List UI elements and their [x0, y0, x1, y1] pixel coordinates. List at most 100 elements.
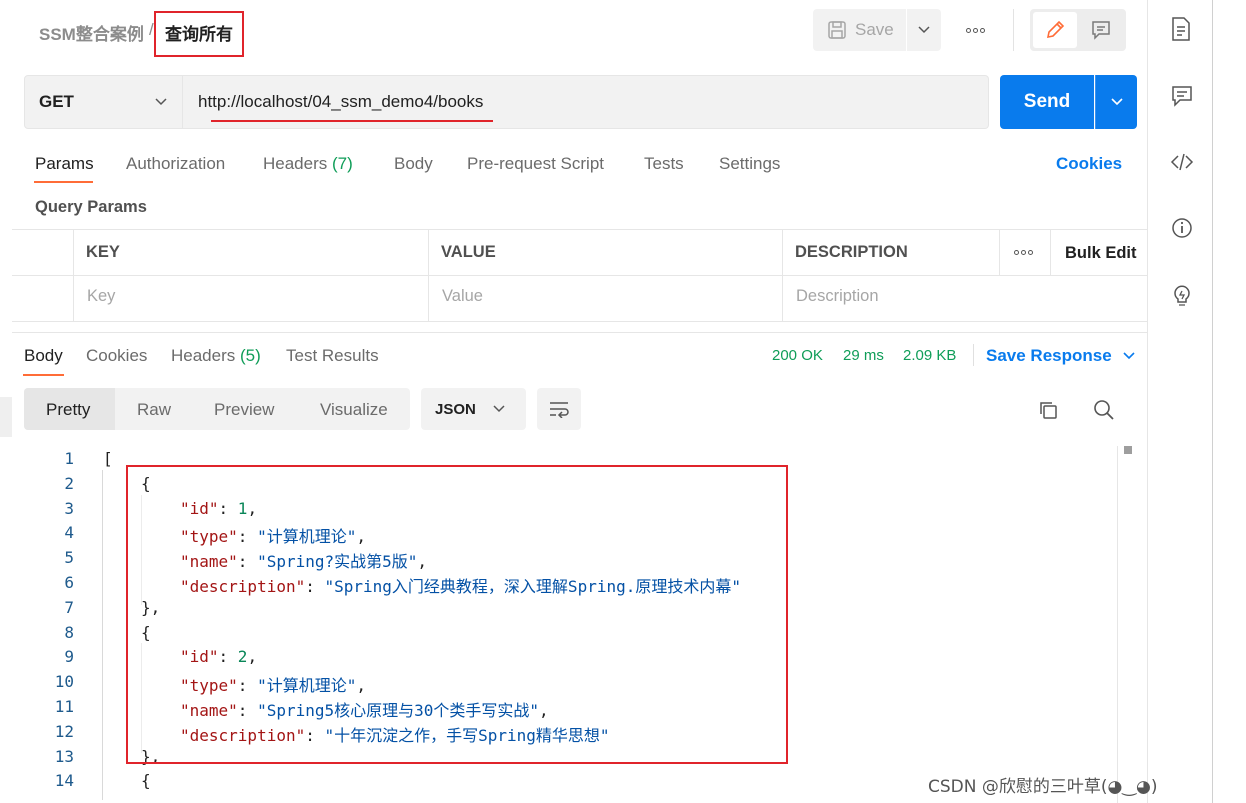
- line-number: 14: [54, 771, 74, 791]
- edit-mode-button[interactable]: [1033, 12, 1077, 48]
- line-number: 4: [64, 523, 74, 543]
- save-icon: [828, 21, 846, 39]
- table-divider: [782, 229, 783, 321]
- comment-mode-button[interactable]: [1080, 12, 1122, 48]
- bulk-edit-button[interactable]: Bulk Edit: [1065, 244, 1137, 263]
- active-response-tab-indicator: [23, 374, 64, 376]
- tab-pre-request-script[interactable]: Pre-request Script: [467, 154, 604, 178]
- response-tab-headers-label: Headers: [171, 346, 236, 365]
- chevron-down-icon: [1123, 352, 1135, 360]
- tab-settings[interactable]: Settings: [719, 154, 780, 178]
- dot-icon: [972, 27, 978, 33]
- watermark: CSDN @欣慰的三叶草(◕‿◕): [928, 777, 1158, 797]
- comments-icon[interactable]: [1170, 84, 1194, 108]
- line-number: 9: [64, 647, 74, 667]
- table-divider: [73, 229, 74, 321]
- table-divider: [999, 229, 1000, 275]
- tab-authorization[interactable]: Authorization: [126, 154, 225, 178]
- search-icon[interactable]: [1092, 398, 1116, 422]
- line-number: 7: [64, 597, 74, 617]
- line-number: 6: [64, 573, 74, 592]
- description-input[interactable]: Description: [796, 287, 879, 306]
- tab-tests[interactable]: Tests: [644, 154, 684, 178]
- more-actions-button[interactable]: [955, 20, 995, 40]
- line-number: 10: [54, 672, 74, 692]
- comment-icon: [1092, 21, 1110, 40]
- save-label: Save: [855, 20, 894, 39]
- line-number: 1: [64, 449, 74, 468]
- response-tab-headers[interactable]: Headers (5): [171, 346, 261, 366]
- key-input[interactable]: Key: [87, 287, 115, 306]
- column-header-description: DESCRIPTION: [795, 243, 908, 261]
- tab-body[interactable]: Body: [394, 154, 433, 178]
- lightbulb-icon[interactable]: [1170, 282, 1194, 308]
- table-border: [12, 321, 1148, 322]
- format-raw[interactable]: Raw: [137, 400, 171, 420]
- right-sidebar: [1148, 0, 1212, 803]
- response-tab-test-results[interactable]: Test Results: [286, 346, 379, 366]
- tab-params[interactable]: Params: [35, 154, 94, 178]
- active-tab-indicator: [34, 181, 93, 183]
- code-line: {: [141, 771, 151, 791]
- url-highlight: [211, 120, 493, 122]
- format-pretty[interactable]: Pretty: [46, 400, 90, 420]
- save-response-button[interactable]: Save Response: [986, 346, 1136, 366]
- status-code[interactable]: 200 OK: [772, 347, 823, 364]
- scrollbar-thumb[interactable]: [1124, 446, 1132, 454]
- documentation-icon[interactable]: [1170, 16, 1192, 42]
- table-border: [12, 275, 1148, 276]
- response-size[interactable]: 2.09 KB: [903, 347, 956, 364]
- method-label: GET: [39, 92, 74, 111]
- divider: [1013, 9, 1014, 51]
- save-dropdown[interactable]: [907, 9, 941, 51]
- tab-headers[interactable]: Headers (7): [263, 154, 353, 178]
- table-divider: [428, 229, 429, 321]
- line-number: 3: [64, 498, 74, 518]
- request-name[interactable]: 查询所有: [165, 20, 233, 45]
- tab-headers-label: Headers: [263, 154, 328, 173]
- divider: [973, 344, 974, 366]
- value-input[interactable]: Value: [442, 287, 483, 306]
- table-options-button[interactable]: [1014, 250, 1033, 255]
- table-divider: [1050, 229, 1051, 275]
- dot-icon: [1028, 250, 1033, 255]
- chevron-down-icon: [493, 405, 505, 413]
- wrap-icon: [550, 402, 569, 418]
- tab-headers-count: (7): [332, 154, 353, 173]
- save-response-label: Save Response: [986, 346, 1112, 365]
- url-value: http://localhost/04_ssm_demo4/books: [198, 92, 484, 111]
- response-tab-cookies[interactable]: Cookies: [86, 346, 147, 366]
- table-border: [12, 229, 1148, 230]
- format-preview[interactable]: Preview: [214, 400, 274, 420]
- response-time[interactable]: 29 ms: [843, 347, 884, 364]
- chevron-down-icon: [1110, 98, 1123, 106]
- method-select[interactable]: GET: [24, 75, 183, 129]
- column-header-value: VALUE: [441, 243, 496, 261]
- dot-icon: [1021, 250, 1026, 255]
- column-header-key: KEY: [86, 243, 120, 261]
- language-select[interactable]: JSON: [421, 388, 526, 430]
- save-button[interactable]: Save: [813, 9, 906, 51]
- line-number: 12: [54, 721, 74, 741]
- info-icon[interactable]: [1170, 216, 1194, 240]
- breadcrumb-collection[interactable]: SSM整合案例: [39, 20, 144, 45]
- background-window-edge: [1212, 0, 1246, 803]
- pencil-icon: [1046, 20, 1065, 39]
- format-visualize[interactable]: Visualize: [320, 400, 388, 420]
- send-dropdown[interactable]: [1095, 75, 1137, 129]
- postman-window: SSM整合案例 / 查询所有 Save GET http://localhost…: [0, 0, 1246, 803]
- chevron-down-icon: [918, 26, 930, 34]
- send-button[interactable]: Send: [1000, 75, 1094, 129]
- dot-icon: [965, 27, 971, 33]
- response-divider: [12, 332, 1148, 333]
- code-icon[interactable]: [1170, 150, 1194, 174]
- language-label: JSON: [435, 400, 476, 418]
- line-number: 5: [64, 548, 74, 568]
- response-tab-body[interactable]: Body: [24, 346, 63, 366]
- response-highlight: [126, 465, 788, 764]
- wrap-lines-button[interactable]: [537, 388, 581, 430]
- copy-icon[interactable]: [1036, 398, 1060, 422]
- code-line: [: [103, 449, 113, 468]
- cookies-link[interactable]: Cookies: [1056, 154, 1122, 174]
- chevron-down-icon: [155, 98, 167, 106]
